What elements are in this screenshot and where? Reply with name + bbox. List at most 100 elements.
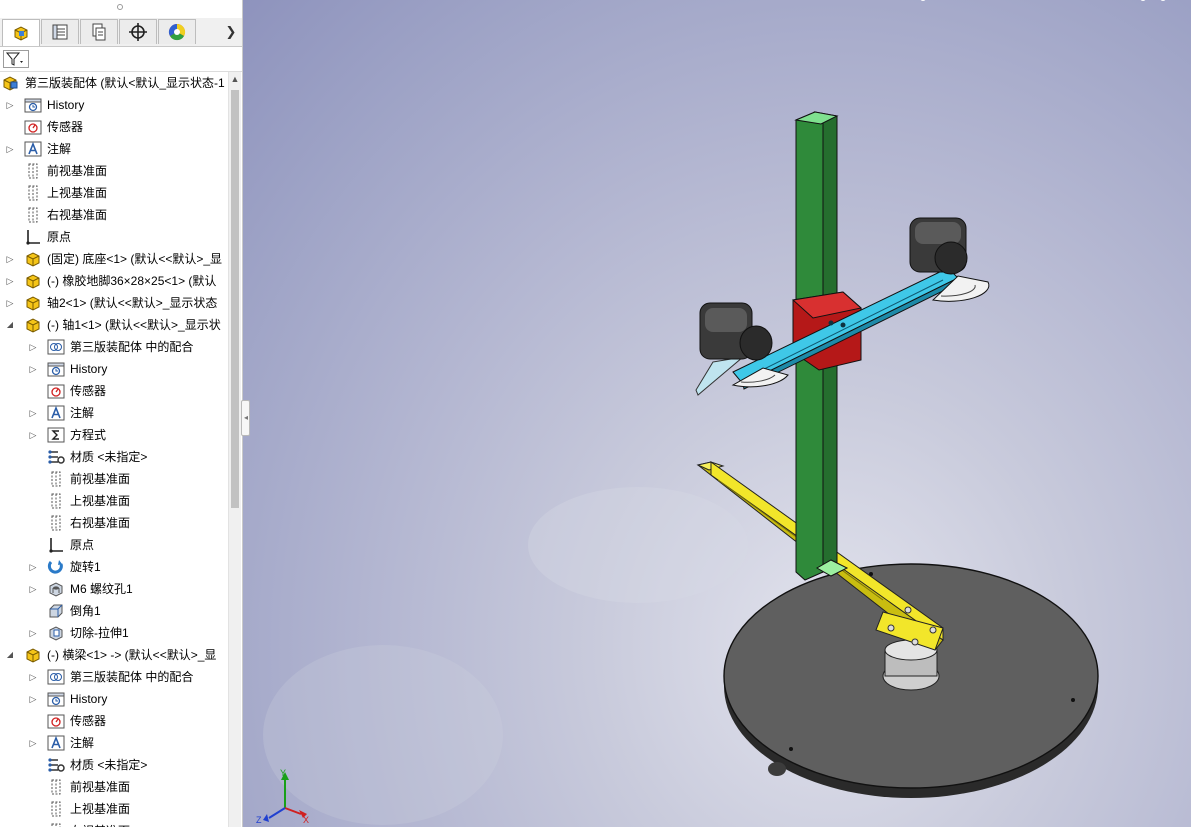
tree-node[interactable]: ▷ 第三版装配体 中的配合 (0, 666, 228, 688)
scroll-thumb[interactable] (231, 90, 239, 508)
filter-bar (0, 47, 242, 72)
expand-arrow-icon[interactable]: ▷ (28, 627, 38, 639)
tree-node[interactable]: ▷ (固定) 底座<1> (默认<<默认>_显 (0, 248, 228, 270)
propertymanager-tab[interactable] (41, 19, 79, 44)
tree-node[interactable]: ▷ 切除-拉伸1 (0, 622, 228, 644)
tree-node-label: 第三版装配体 (默认<默认_显示状态-1 (25, 76, 225, 90)
plane-icon (47, 514, 65, 532)
tree-node[interactable]: ▷ 注解 (0, 138, 228, 160)
expand-arrow-icon[interactable]: ▷ (5, 253, 15, 265)
tree-node[interactable]: ▷ M6 螺纹孔1 (0, 578, 228, 600)
tree-node[interactable]: ▷ 旋转1 (0, 556, 228, 578)
tree-node[interactable]: ◢ (-) 轴1<1> (默认<<默认>_显示状 (0, 314, 228, 336)
tree-node-label: 轴2<1> (默认<<默认>_显示状态 (47, 296, 218, 310)
tree-node[interactable]: ◢ (-) 横梁<1> -> (默认<<默认>_显 (0, 644, 228, 666)
heads-up-toolbar[interactable] (920, 0, 1166, 1)
revolve-icon (47, 558, 65, 576)
graphics-viewport[interactable]: Y X Z (243, 0, 1191, 827)
scroll-up-arrow[interactable]: ▲ (229, 72, 241, 86)
chamfer-icon (47, 602, 65, 620)
tree-node-label: M6 螺纹孔1 (70, 582, 133, 596)
collapse-arrow-icon[interactable]: ◢ (5, 319, 15, 331)
plane-icon (47, 470, 65, 488)
mates-icon (47, 338, 65, 356)
tree-node[interactable]: ▷ History (0, 94, 228, 116)
tree-node[interactable]: 前视基准面 (0, 776, 228, 798)
tree-node[interactable]: 第三版装配体 (默认<默认_显示状态-1 (0, 72, 228, 94)
featuremanager-panel: ❯ 第三版装配体 (默认<默认_显示状态-1 ▷ History 传感器 ▷ 注解 前视基准… (0, 0, 243, 827)
tree-node-label: 注解 (70, 736, 95, 750)
collapse-arrow-icon: ◂ (244, 413, 249, 422)
expand-arrow-icon[interactable]: ▷ (28, 561, 38, 573)
panel-grip[interactable] (117, 4, 123, 10)
tree-node[interactable]: ▷ 第三版装配体 中的配合 (0, 336, 228, 358)
tree-node[interactable]: 原点 (0, 534, 228, 556)
tree-node[interactable]: 倒角1 (0, 600, 228, 622)
expand-arrow-icon[interactable]: ▷ (28, 693, 38, 705)
material-icon (47, 756, 65, 774)
tree-node-label: (-) 轴1<1> (默认<<默认>_显示状 (47, 318, 221, 332)
expand-arrow-icon[interactable]: ▷ (28, 363, 38, 375)
tree-node-label: 材质 <未指定> (70, 450, 148, 464)
part-icon (24, 646, 42, 664)
tree-node[interactable]: 右视基准面 (0, 512, 228, 534)
tree-node[interactable]: 右视基准面 (0, 204, 228, 226)
tree-node-label: 前视基准面 (70, 780, 131, 794)
tree-node[interactable]: 传感器 (0, 380, 228, 402)
tree-node[interactable]: 前视基准面 (0, 468, 228, 490)
tab-scroll-right[interactable]: ❯ (224, 24, 238, 40)
tree-node[interactable]: ▷ 注解 (0, 732, 228, 754)
tree-node[interactable]: 材质 <未指定> (0, 754, 228, 776)
tree-node[interactable]: 传感器 (0, 710, 228, 732)
tree-node[interactable]: ▷ (-) 橡胶地脚36×28×25<1> (默认 (0, 270, 228, 292)
expand-arrow-icon[interactable]: ▷ (28, 407, 38, 419)
expand-arrow-icon[interactable]: ▷ (28, 671, 38, 683)
tree-node[interactable]: ▷ History (0, 688, 228, 710)
tree-node[interactable]: 上视基准面 (0, 798, 228, 820)
plane-icon (47, 822, 65, 827)
tree-node[interactable]: 右视基准面 (0, 820, 228, 827)
tree-node[interactable]: 前视基准面 (0, 160, 228, 182)
plane-icon (24, 206, 42, 224)
tree-node[interactable]: 传感器 (0, 116, 228, 138)
collapse-arrow-icon[interactable]: ◢ (5, 649, 15, 661)
expand-arrow-icon[interactable]: ▷ (28, 429, 38, 441)
tree-node[interactable]: 上视基准面 (0, 490, 228, 512)
mates-icon (47, 668, 65, 686)
configurationmanager-tab[interactable] (80, 19, 118, 44)
featuremanager-tab[interactable] (2, 19, 40, 46)
tree-node-label: 右视基准面 (70, 516, 131, 530)
triad-y-label: Y (280, 768, 286, 778)
expand-arrow-icon[interactable]: ▷ (28, 341, 38, 353)
tree-node-label: (-) 橡胶地脚36×28×25<1> (默认 (47, 274, 217, 288)
tree-scrollbar[interactable]: ▲ (228, 72, 241, 827)
plane-icon (47, 492, 65, 510)
propertymanager-icon (52, 24, 68, 40)
tree-node[interactable]: 原点 (0, 226, 228, 248)
plane-icon (47, 778, 65, 796)
expand-arrow-icon[interactable]: ▷ (5, 297, 15, 309)
filter-button[interactable] (3, 50, 29, 68)
expand-arrow-icon[interactable]: ▷ (5, 143, 15, 155)
assembly-icon (2, 74, 20, 92)
displaymanager-tab[interactable] (158, 19, 196, 44)
tree-node-label: 前视基准面 (47, 164, 108, 178)
annotation-icon (24, 140, 42, 158)
expand-arrow-icon[interactable]: ▷ (28, 583, 38, 595)
expand-arrow-icon[interactable]: ▷ (5, 275, 15, 287)
tree-node-label: History (70, 692, 108, 706)
annotation-icon (47, 734, 65, 752)
dimxpertmanager-tab[interactable] (119, 19, 157, 44)
tree-node-label: 右视基准面 (70, 823, 228, 827)
tree-node[interactable]: ▷ History (0, 358, 228, 380)
tree-node[interactable]: ▷ 注解 (0, 402, 228, 424)
expand-arrow-icon[interactable]: ▷ (28, 737, 38, 749)
tree-node[interactable]: 材质 <未指定> (0, 446, 228, 468)
featuremanager-icon (14, 26, 28, 41)
tree-node[interactable]: 上视基准面 (0, 182, 228, 204)
sensor-icon (47, 712, 65, 730)
tree-node[interactable]: ▷ 方程式 (0, 424, 228, 446)
panel-collapse-handle[interactable]: ◂ (241, 400, 250, 436)
expand-arrow-icon[interactable]: ▷ (5, 99, 15, 111)
tree-node[interactable]: ▷ 轴2<1> (默认<<默认>_显示状态 (0, 292, 228, 314)
